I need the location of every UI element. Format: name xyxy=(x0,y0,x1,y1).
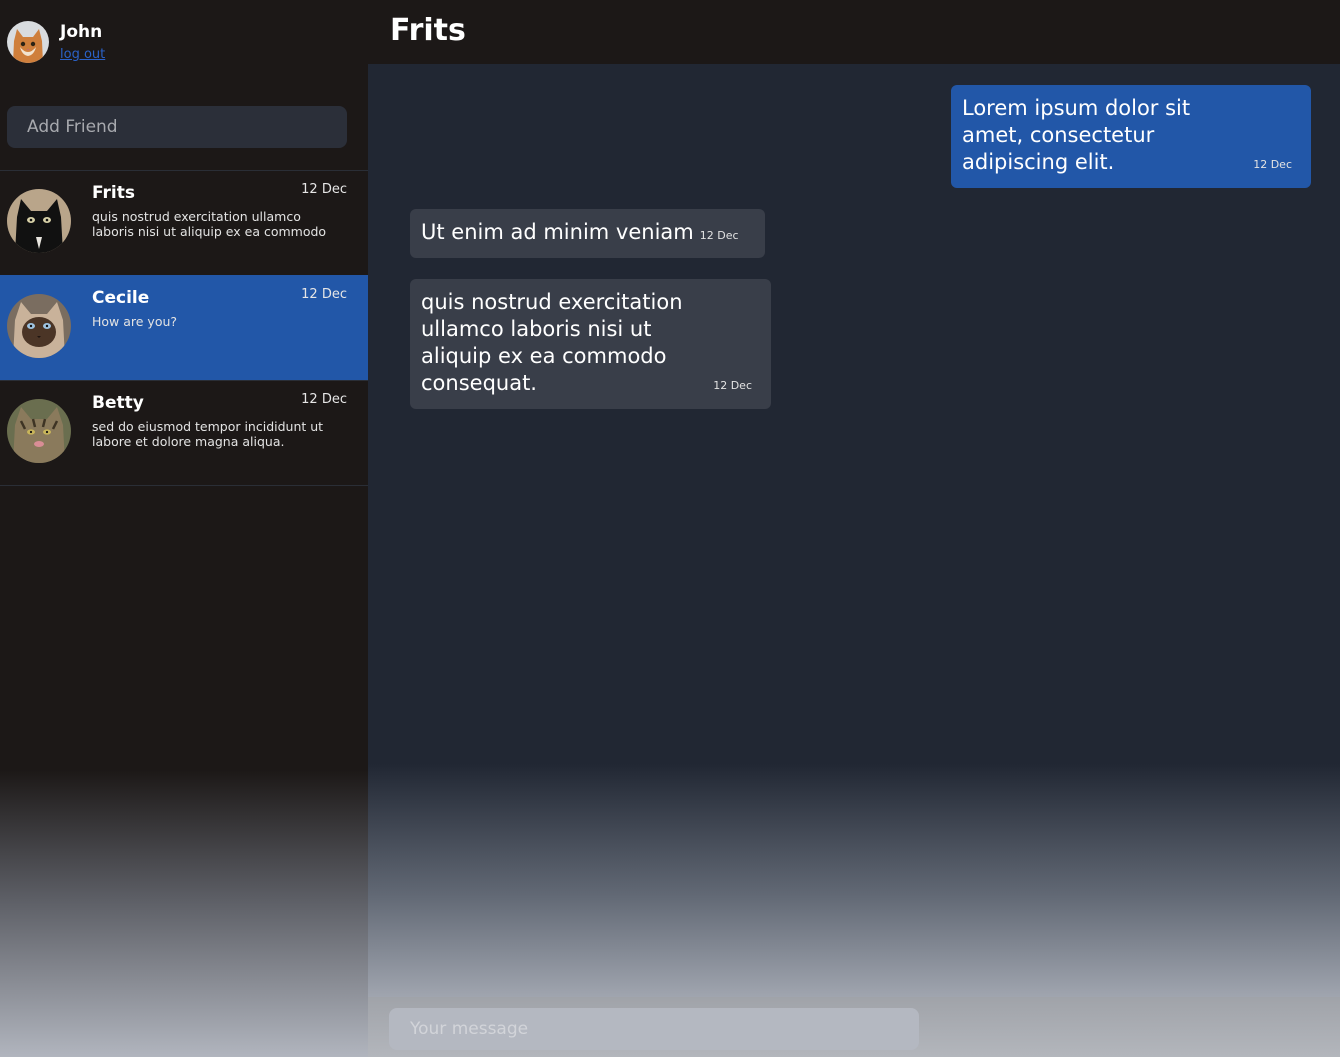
chat-header: Frits xyxy=(368,0,1340,64)
message-incoming: Ut enim ad minim veniam 12 Dec xyxy=(410,209,765,258)
contact-avatar xyxy=(7,399,71,463)
contact-date: 12 Dec xyxy=(301,182,347,197)
orange-cat-icon xyxy=(7,21,49,63)
contact-preview: quis nostrud exercitation ullamco labori… xyxy=(92,209,327,239)
chat-title: Frits xyxy=(390,13,466,48)
contact-name: Cecile xyxy=(92,288,150,308)
message-composer xyxy=(368,997,1340,1057)
user-name: John xyxy=(60,22,103,42)
add-friend-input[interactable] xyxy=(7,106,347,148)
message-text: quis nostrud exercitation ullamco labori… xyxy=(421,290,683,395)
message-input[interactable] xyxy=(389,1008,919,1050)
message-text: Ut enim ad minim veniam xyxy=(421,220,694,244)
contact-name: Frits xyxy=(92,183,135,203)
contact-item-cecile[interactable]: Cecile 12 Dec How are you? xyxy=(0,275,368,380)
message-text: Lorem ipsum dolor sit amet, consectetur … xyxy=(962,96,1191,174)
contact-name: Betty xyxy=(92,393,144,413)
user-avatar[interactable] xyxy=(7,21,49,63)
message-time: 12 Dec xyxy=(713,379,752,392)
black-cat-icon xyxy=(7,189,71,253)
siamese-cat-icon xyxy=(7,294,71,358)
message-time: 12 Dec xyxy=(699,229,739,242)
sidebar: John log out Frits 12 Dec quis nostrud e… xyxy=(0,0,368,1057)
contact-preview: sed do eiusmod tempor incididunt ut labo… xyxy=(92,419,324,449)
message-list: Lorem ipsum dolor sit amet, consectetur … xyxy=(368,64,1340,997)
logout-link[interactable]: log out xyxy=(60,47,105,62)
contact-item-betty[interactable]: Betty 12 Dec sed do eiusmod tempor incid… xyxy=(0,380,368,486)
contact-preview: How are you? xyxy=(92,314,178,329)
contact-date: 12 Dec xyxy=(301,392,347,407)
contact-item-frits[interactable]: Frits 12 Dec quis nostrud exercitation u… xyxy=(0,170,368,275)
contact-avatar xyxy=(7,294,71,358)
tabby-cat-icon xyxy=(7,399,71,463)
message-time: 12 Dec xyxy=(1253,158,1292,171)
message-incoming: quis nostrud exercitation ullamco labori… xyxy=(410,279,771,409)
contact-date: 12 Dec xyxy=(301,287,347,302)
message-outgoing: Lorem ipsum dolor sit amet, consectetur … xyxy=(951,85,1311,188)
contact-avatar xyxy=(7,189,71,253)
contact-list: Frits 12 Dec quis nostrud exercitation u… xyxy=(0,170,368,486)
